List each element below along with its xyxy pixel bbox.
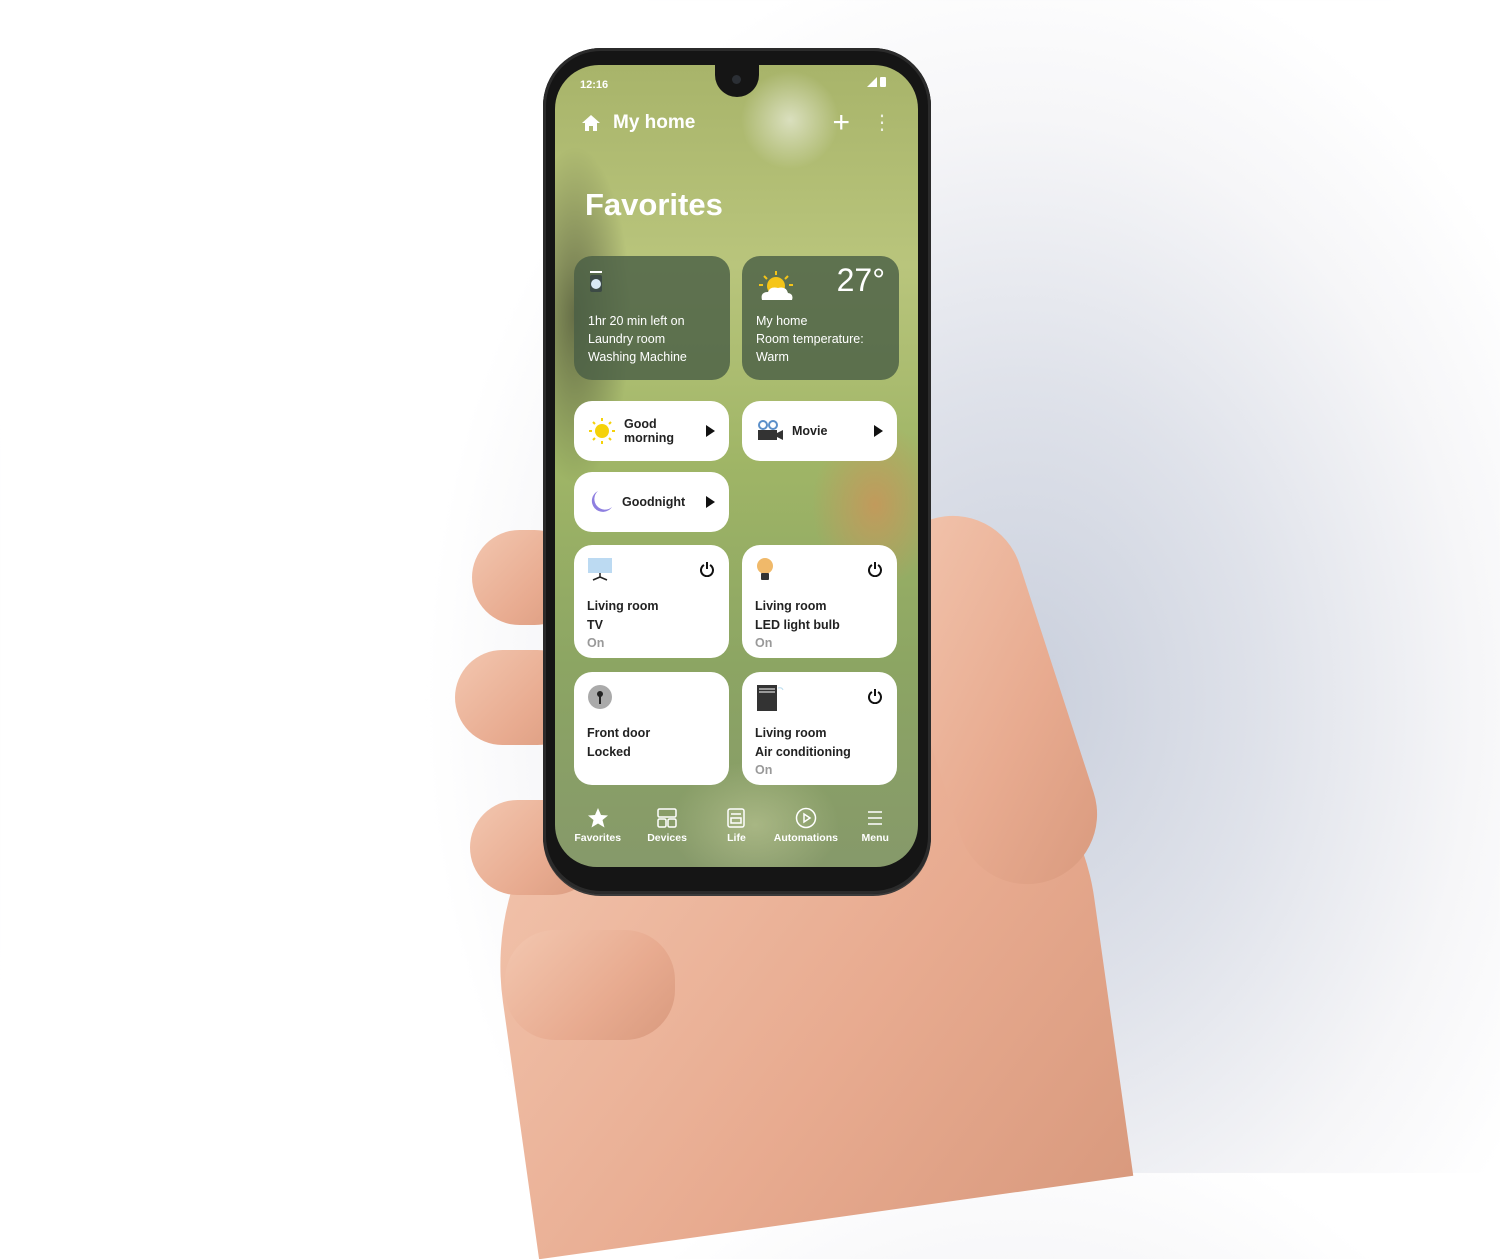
status-time: 12:16 [580, 79, 609, 91]
kebab-menu-icon[interactable]: ⋮ [872, 113, 892, 133]
device-state: On [755, 636, 773, 650]
device-card-led-bulb[interactable]: Living room LED light bulb On [742, 545, 897, 658]
power-icon[interactable] [867, 561, 883, 577]
page-title: Favorites [585, 187, 723, 222]
home-title[interactable]: My home [613, 112, 695, 134]
top-bar: My home + ⋮ [581, 108, 892, 138]
scene-movie[interactable]: Movie [742, 401, 897, 461]
play-icon[interactable] [874, 425, 883, 437]
device-state: On [755, 763, 773, 777]
moon-icon [591, 491, 612, 512]
weather-text: My home Room temperature: Warm [756, 314, 864, 364]
device-state: On [587, 636, 605, 650]
power-icon[interactable] [867, 688, 883, 704]
device-card-tv[interactable]: Living room TV On [574, 545, 729, 658]
device-card-air-conditioning[interactable]: Living room Air conditioning On [742, 672, 897, 785]
nav-menu[interactable]: Menu [843, 807, 907, 844]
scene-good-morning[interactable]: Good morning [574, 401, 729, 461]
phone-screen: 12:16 My home + ⋮ Favorites 1hr 20 min l… [555, 65, 918, 867]
power-icon[interactable] [699, 561, 715, 577]
washing-machine-text: 1hr 20 min left on Laundry room Washing … [588, 314, 687, 364]
scene-label: Good morning [624, 417, 674, 445]
nav-favorites[interactable]: Favorites [566, 807, 630, 844]
bottom-nav: Favorites Devices Life Automations Menu [555, 807, 918, 844]
tv-icon [588, 558, 612, 581]
scene-goodnight[interactable]: Goodnight [574, 472, 729, 532]
hand-finger [505, 930, 675, 1040]
device-info: Living room LED light bulb On [755, 597, 840, 653]
device-info: Living room TV On [587, 597, 659, 653]
nav-life[interactable]: Life [704, 807, 768, 844]
play-icon[interactable] [706, 496, 715, 508]
device-info: Front door Locked [587, 726, 651, 759]
nav-automations[interactable]: Automations [774, 807, 838, 844]
hamburger-menu-icon [868, 811, 883, 825]
plus-icon[interactable]: + [832, 108, 850, 138]
play-icon[interactable] [706, 425, 715, 437]
star-icon [587, 808, 608, 828]
nav-devices[interactable]: Devices [635, 807, 699, 844]
home-icon[interactable] [581, 113, 601, 133]
status-icons [867, 77, 886, 87]
washing-machine-card[interactable]: 1hr 20 min left on Laundry room Washing … [574, 256, 730, 380]
video-camera-icon [758, 420, 783, 440]
sun-icon [589, 418, 615, 444]
battery-icon [880, 77, 886, 87]
air-conditioner-icon [757, 685, 784, 711]
scene-label: Movie [792, 424, 828, 438]
scene-label: Goodnight [622, 495, 686, 509]
device-info: Living room Air conditioning On [755, 724, 851, 780]
device-card-front-door[interactable]: Front door Locked [574, 672, 729, 785]
light-bulb-icon [757, 558, 773, 580]
devices-grid-icon [657, 808, 677, 828]
partly-sunny-icon [759, 271, 793, 300]
door-lock-icon [588, 685, 612, 709]
play-circle-icon [795, 807, 817, 829]
camera-icon [732, 75, 741, 84]
washing-machine-icon [590, 271, 602, 292]
life-icon [727, 808, 746, 828]
temperature-value: 27° [836, 262, 885, 298]
weather-card[interactable]: 27° My home Room temperature: Warm [742, 256, 899, 380]
signal-icon [867, 77, 877, 87]
